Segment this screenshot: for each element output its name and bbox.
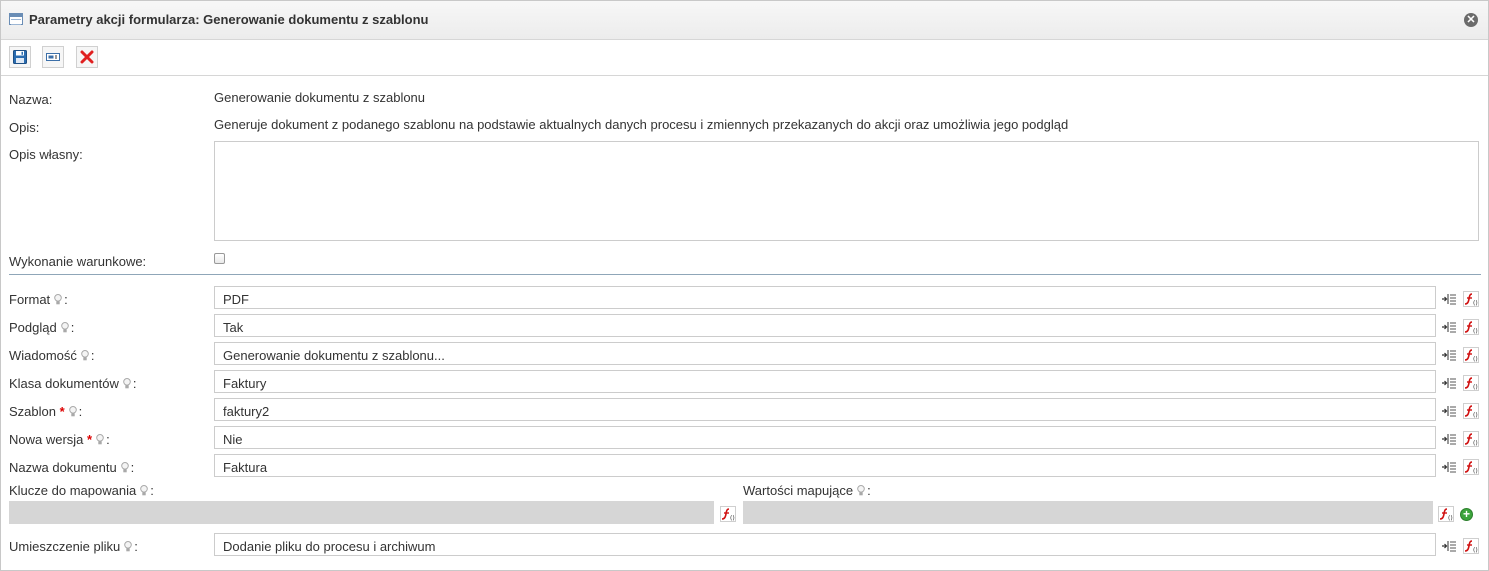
name-label: Nazwa: bbox=[9, 92, 53, 107]
svg-text:(): () bbox=[730, 515, 735, 522]
svg-text:(): () bbox=[1473, 384, 1478, 391]
insert-variable-icon[interactable] bbox=[1441, 538, 1457, 554]
param-field[interactable]: Faktury bbox=[214, 370, 1436, 393]
required-marker: * bbox=[59, 404, 65, 419]
description-label: Opis: bbox=[9, 120, 40, 135]
insert-variable-icon[interactable] bbox=[1441, 291, 1457, 307]
param-label-text: Podgląd bbox=[9, 320, 57, 335]
param-label: Format: bbox=[9, 292, 68, 307]
text-field-icon bbox=[46, 53, 60, 61]
param-label: Wiadomość: bbox=[9, 348, 95, 363]
param-label-text: Szablon bbox=[9, 404, 56, 419]
delete-icon bbox=[80, 50, 94, 64]
param-field[interactable]: Tak bbox=[214, 314, 1436, 337]
conditional-execution-label: Wykonanie warunkowe: bbox=[9, 254, 147, 269]
formula-icon[interactable]: () bbox=[720, 506, 736, 522]
mapping-keys-label: Klucze do mapowania: bbox=[9, 483, 154, 498]
custom-description-label: Opis własny: bbox=[9, 147, 83, 162]
formula-icon[interactable]: () bbox=[1463, 538, 1479, 554]
conditional-execution-checkbox[interactable] bbox=[214, 253, 225, 264]
save-icon bbox=[13, 50, 27, 64]
insert-variable-icon[interactable] bbox=[1441, 459, 1457, 475]
mapping-keys-label-text: Klucze do mapowania bbox=[9, 483, 137, 498]
lightbulb-icon bbox=[68, 406, 77, 417]
toolbar bbox=[1, 40, 1488, 76]
svg-text:(): () bbox=[1473, 468, 1478, 475]
mapping-values-label-text: Wartości mapujące bbox=[743, 483, 854, 498]
param-label: Nowa wersja *: bbox=[9, 432, 110, 447]
text-field-button[interactable] bbox=[42, 46, 64, 68]
lightbulb-icon bbox=[96, 434, 104, 445]
param-field[interactable]: Generowanie dokumentu z szablonu... bbox=[214, 342, 1436, 365]
param-field[interactable]: Nie bbox=[214, 426, 1436, 449]
custom-description-textarea[interactable] bbox=[214, 141, 1479, 241]
add-icon[interactable]: + bbox=[1460, 508, 1473, 521]
file-placement-field[interactable]: Dodanie pliku do procesu i archiwum bbox=[214, 533, 1436, 556]
save-button[interactable] bbox=[9, 46, 31, 68]
insert-variable-icon[interactable] bbox=[1441, 403, 1457, 419]
title-bar: Parametry akcji formularza: Generowanie … bbox=[1, 1, 1488, 40]
mapping-values-field[interactable] bbox=[743, 501, 1433, 524]
svg-text:(): () bbox=[1473, 440, 1478, 447]
param-label-text: Nowa wersja bbox=[9, 432, 84, 447]
param-label: Podgląd: bbox=[9, 320, 75, 335]
formula-icon[interactable]: () bbox=[1438, 506, 1454, 522]
action-params-window: Parametry akcji formularza: Generowanie … bbox=[0, 0, 1489, 571]
svg-text:(): () bbox=[1473, 547, 1478, 554]
file-placement-label-text: Umieszczenie pliku bbox=[9, 539, 121, 554]
mapping-keys-field[interactable] bbox=[9, 501, 714, 524]
file-placement-label: Umieszczenie pliku: bbox=[9, 539, 138, 554]
param-label-text: Klasa dokumentów bbox=[9, 376, 119, 391]
required-marker: * bbox=[87, 432, 93, 447]
svg-text:(): () bbox=[1473, 412, 1478, 419]
param-label: Nazwa dokumentu: bbox=[9, 460, 135, 475]
formula-icon[interactable]: () bbox=[1463, 459, 1479, 475]
lightbulb-icon bbox=[60, 322, 69, 333]
insert-variable-icon[interactable] bbox=[1441, 347, 1457, 363]
param-label-text: Nazwa dokumentu bbox=[9, 460, 117, 475]
close-icon[interactable]: ✕ bbox=[1464, 13, 1478, 27]
window-title: Parametry akcji formularza: Generowanie … bbox=[29, 12, 429, 27]
lightbulb-icon bbox=[54, 294, 62, 305]
formula-icon[interactable]: () bbox=[1463, 375, 1479, 391]
svg-text:(): () bbox=[1473, 356, 1478, 363]
svg-text:(): () bbox=[1473, 300, 1478, 307]
param-label-text: Format bbox=[9, 292, 51, 307]
formula-icon[interactable]: () bbox=[1463, 347, 1479, 363]
param-field[interactable]: Faktura bbox=[214, 454, 1436, 477]
formula-icon[interactable]: () bbox=[1463, 291, 1479, 307]
table-icon bbox=[9, 13, 23, 25]
lightbulb-icon bbox=[140, 485, 149, 496]
param-label-text: Wiadomość bbox=[9, 348, 77, 363]
insert-variable-icon[interactable] bbox=[1441, 319, 1457, 335]
formula-icon[interactable]: () bbox=[1463, 431, 1479, 447]
param-label: Szablon *: bbox=[9, 404, 83, 419]
name-value: Generowanie dokumentu z szablonu bbox=[214, 90, 426, 105]
mapping-values-label: Wartości mapujące: bbox=[743, 483, 871, 498]
svg-text:(): () bbox=[1473, 328, 1478, 335]
lightbulb-icon bbox=[81, 350, 89, 361]
description-value: Generuje dokument z podanego szablonu na… bbox=[214, 117, 1069, 132]
param-field[interactable]: PDF bbox=[214, 286, 1436, 309]
section-divider bbox=[9, 274, 1481, 275]
delete-button[interactable] bbox=[76, 46, 98, 68]
svg-text:(): () bbox=[1448, 515, 1453, 522]
insert-variable-icon[interactable] bbox=[1441, 431, 1457, 447]
formula-icon[interactable]: () bbox=[1463, 403, 1479, 419]
insert-variable-icon[interactable] bbox=[1441, 375, 1457, 391]
param-field[interactable]: faktury2 bbox=[214, 398, 1436, 421]
param-label: Klasa dokumentów: bbox=[9, 376, 137, 391]
lightbulb-icon bbox=[124, 541, 133, 552]
lightbulb-icon bbox=[857, 485, 865, 496]
lightbulb-icon bbox=[123, 378, 131, 389]
formula-icon[interactable]: () bbox=[1463, 319, 1479, 335]
lightbulb-icon bbox=[120, 462, 129, 473]
